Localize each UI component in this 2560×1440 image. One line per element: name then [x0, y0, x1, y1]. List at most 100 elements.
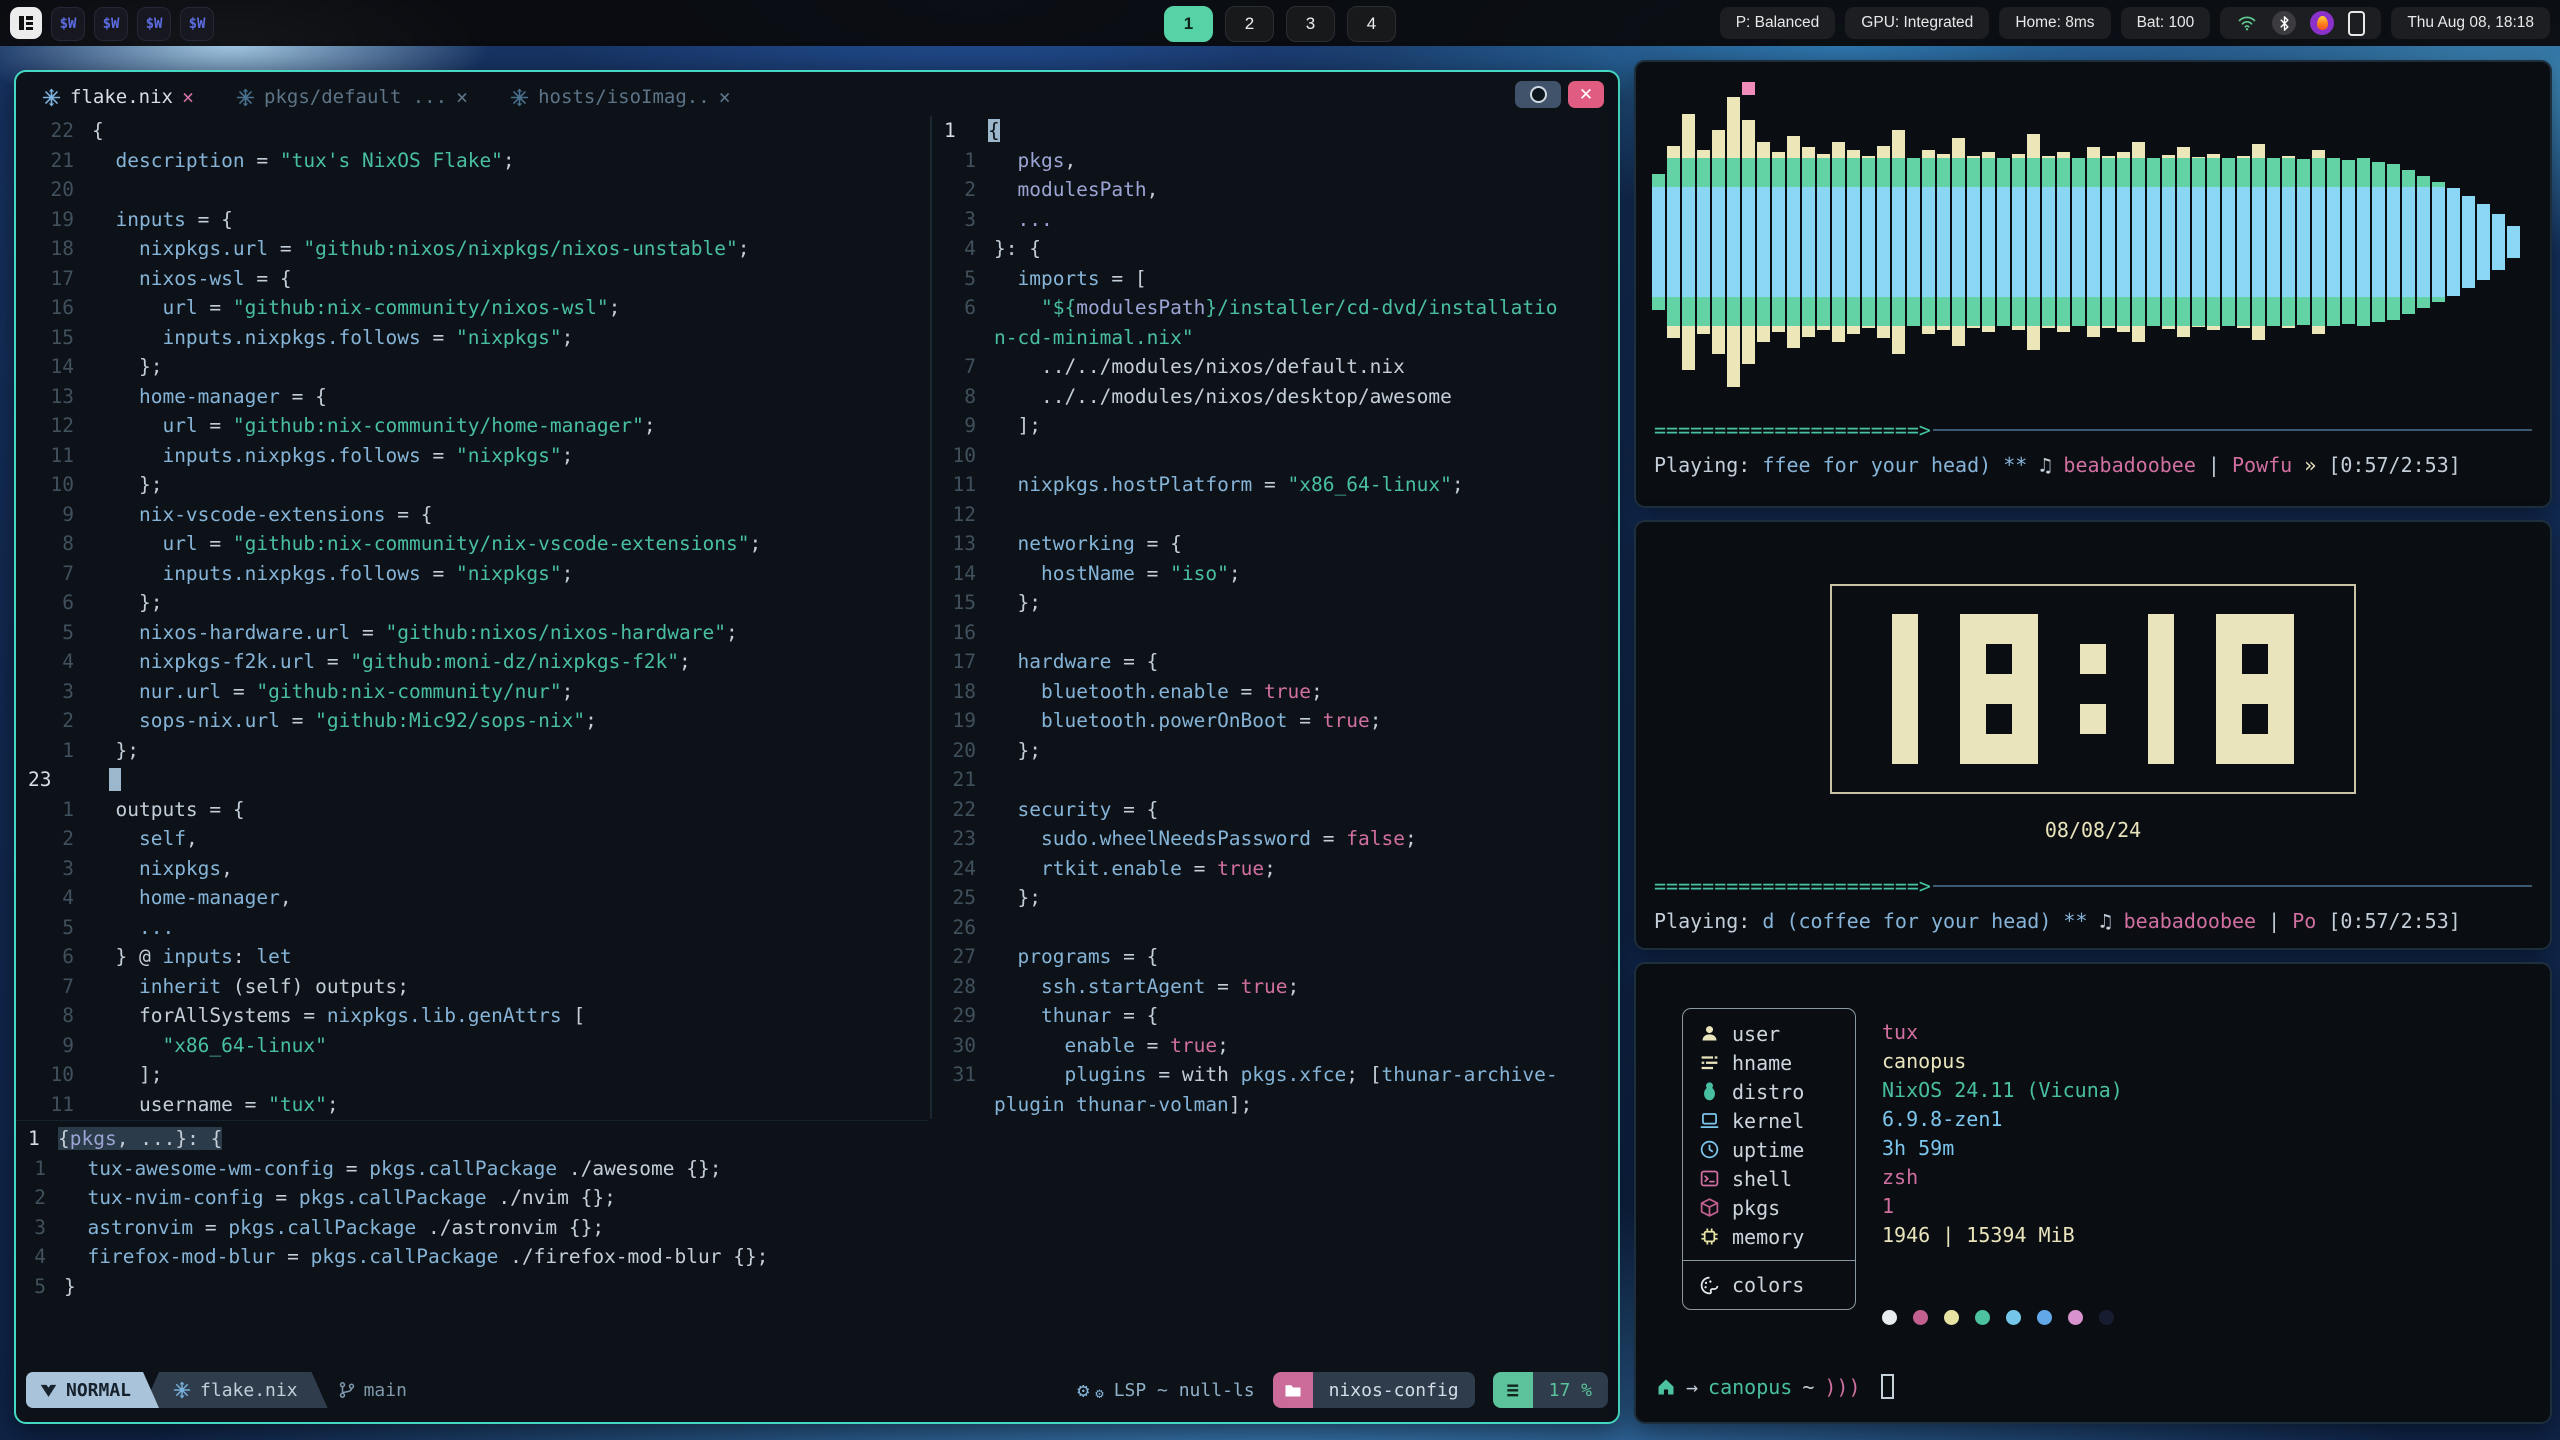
line-number: 2	[16, 706, 92, 736]
cava-bar	[2072, 187, 2085, 297]
line-number: 1	[16, 1154, 64, 1184]
code-line: 18 bluetooth.enable = true;	[932, 677, 1620, 707]
shell-prompt[interactable]: →canopus~)))	[1656, 1374, 1894, 1399]
token: [	[562, 1004, 585, 1027]
token: true	[1323, 709, 1370, 732]
cava-column	[1652, 74, 1665, 410]
token: outputs = {	[92, 798, 245, 821]
separator-arrow: ======================>	[1654, 874, 1931, 898]
token: =	[421, 444, 456, 467]
code-line: 1{	[932, 116, 1620, 146]
project-label: nixos-config	[1313, 1372, 1475, 1408]
code-text: firefox-mod-blur = pkgs.callPackage ./fi…	[64, 1242, 768, 1272]
code-line: 6 "${modulesPath}/installer/cd-dvd/insta…	[932, 293, 1620, 323]
cava-column	[2027, 74, 2040, 410]
clock-digit-1	[1892, 614, 1918, 764]
text-token: Playing:	[1654, 453, 1762, 477]
digit-cell	[1892, 674, 1918, 704]
tab-hosts-isoImag-[interactable]: hosts/isoImag..×	[510, 85, 731, 109]
close-button[interactable]: ✕	[1568, 81, 1604, 108]
cava-column	[2207, 74, 2220, 410]
token: plugins	[1064, 1063, 1146, 1086]
line-number: 9	[16, 1031, 92, 1061]
workspace-button-1[interactable]: $W	[51, 7, 85, 41]
code-text: bluetooth.powerOnBoot = true;	[994, 706, 1381, 736]
wifi-icon[interactable]	[2236, 13, 2258, 33]
phone-icon[interactable]	[2348, 11, 2365, 36]
tab-pkgs-default-[interactable]: pkgs/default ... ×	[236, 85, 468, 109]
code-line: 21	[932, 765, 1620, 795]
digit-cell	[2080, 704, 2106, 734]
pane-pkgs-default[interactable]: 1{pkgs, ...}: {1 tux-awesome-wm-config =…	[16, 1120, 928, 1301]
tab-label: pkgs/default ...	[264, 86, 447, 108]
token: modulesPath	[1076, 296, 1205, 319]
token: = {	[280, 385, 327, 408]
token: ;	[1288, 975, 1300, 998]
tab-close-icon[interactable]: ×	[456, 85, 468, 109]
clock-digit-8	[2216, 614, 2294, 764]
fetch-label: colors	[1732, 1273, 1804, 1297]
layout-icon[interactable]	[10, 7, 42, 39]
token: ...	[139, 916, 174, 939]
terminal-cursor[interactable]	[1881, 1374, 1894, 1399]
workspace-button-2[interactable]: $W	[94, 7, 128, 41]
tag-3[interactable]: 3	[1286, 6, 1335, 42]
digit-cell	[2268, 614, 2294, 644]
code-text: {	[92, 116, 104, 146]
color-dot-7	[2099, 1310, 2114, 1325]
token: "github:moni-dz/nixpkgs-f2k"	[350, 650, 679, 673]
cava-column	[1847, 74, 1860, 410]
code-text: ...	[994, 205, 1053, 235]
pane-flake-nix[interactable]: 22{21 description = "tux's NixOS Flake";…	[16, 116, 928, 1119]
cava-window: ======================> Playing: ffee fo…	[1634, 60, 2552, 508]
tab-flake-nix[interactable]: flake.nix×	[42, 85, 194, 109]
cava-column	[1907, 74, 1920, 410]
token: , ...}: {	[117, 1127, 223, 1150]
token: "github:nix-community/nixos-wsl"	[233, 296, 609, 319]
workspace-buttons: $W $W $W $W	[51, 7, 214, 41]
line-number: 11	[16, 441, 92, 471]
line-number: 4	[16, 647, 92, 677]
code-line: 11 nixpkgs.hostPlatform = "x86_64-linux"…	[932, 470, 1620, 500]
line-number: 17	[932, 647, 994, 677]
tab-close-icon[interactable]: ×	[719, 85, 731, 109]
cava-column	[1667, 74, 1680, 410]
workspace-button-3[interactable]: $W	[137, 7, 171, 41]
gear-icon: ⚙	[1077, 1378, 1089, 1402]
fetch-row-distro: distro	[1683, 1077, 1855, 1106]
token: ;	[562, 562, 574, 585]
digit-cell	[1892, 704, 1918, 734]
cava-column	[2417, 74, 2430, 410]
code-text: ...	[92, 913, 174, 943]
line-number	[932, 1090, 994, 1120]
pane-iso-image[interactable]: 1{1 pkgs,2 modulesPath,3 ...4}: {5 impor…	[930, 116, 1620, 1119]
cava-column	[2432, 74, 2445, 410]
toggle-button[interactable]	[1515, 81, 1561, 108]
token: nixpkgs.url	[139, 237, 268, 260]
prompt-path: ~	[1802, 1375, 1814, 1399]
code-text: };	[92, 470, 162, 500]
cava-column	[1892, 74, 1905, 410]
token: firefox-mod-blur	[87, 1245, 275, 1268]
tag-4[interactable]: 4	[1347, 6, 1396, 42]
tag-2[interactable]: 2	[1225, 6, 1274, 42]
line-number: 26	[932, 913, 994, 943]
code-line: 7 ../../modules/nixos/default.nix	[932, 352, 1620, 382]
bluetooth-icon[interactable]	[2272, 11, 2296, 35]
line-number: 28	[932, 972, 994, 1002]
token	[92, 532, 162, 555]
token	[92, 886, 139, 909]
token	[92, 208, 115, 231]
text-token: ffee for your head) **	[1762, 453, 2039, 477]
tab-close-icon[interactable]: ×	[182, 85, 194, 109]
token: true	[1170, 1034, 1217, 1057]
tag-1[interactable]: 1	[1164, 6, 1213, 42]
fetch-row-shell: shell	[1683, 1164, 1855, 1193]
workspace-button-4[interactable]: $W	[180, 7, 214, 41]
bar-clock[interactable]: Thu Aug 08, 18:18	[2391, 7, 2550, 39]
flame-icon[interactable]	[2310, 11, 2334, 35]
token: }/installer/cd-dvd/installatio	[1205, 296, 1557, 319]
token: ;	[585, 709, 597, 732]
cava-bar	[2417, 187, 2430, 297]
token	[994, 798, 1017, 821]
